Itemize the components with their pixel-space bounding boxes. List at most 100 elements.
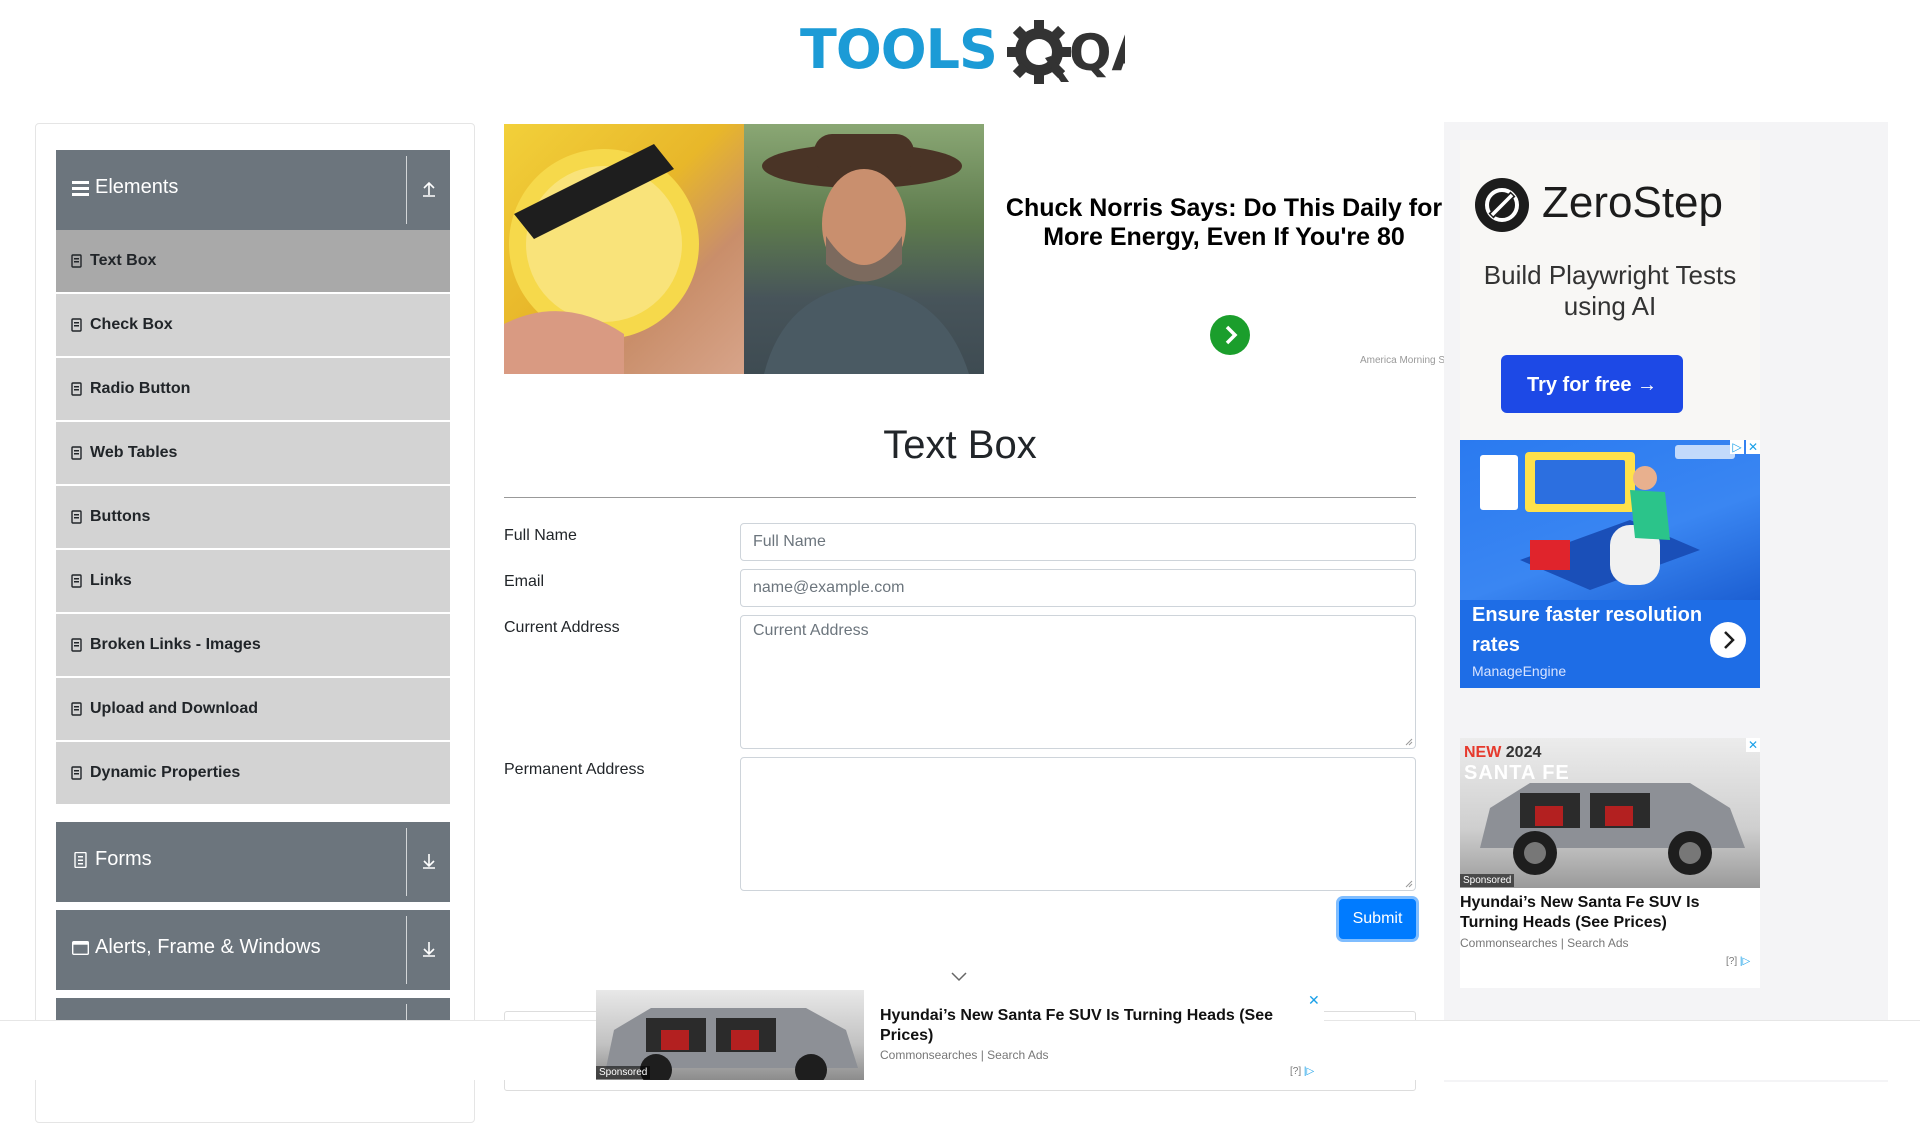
hyundai-model: SANTA FE	[1464, 762, 1570, 784]
chevron-down-icon[interactable]	[950, 970, 968, 984]
hyundai-ad[interactable]: NEW 2024 SANTA FE Sponsored ✕ Hyundai’s …	[1460, 738, 1760, 988]
manageengine-ad[interactable]: ▷ ✕ Ensure faster resolution rates Manag…	[1460, 440, 1760, 688]
resize-grip-icon[interactable]	[1405, 738, 1413, 746]
current-address-textarea[interactable]	[740, 615, 1416, 749]
group-divider	[406, 828, 407, 896]
bottom-ad[interactable]: Sponsored Hyundai’s New Santa Fe SUV Is …	[596, 990, 1324, 1086]
expand-down-icon[interactable]	[418, 938, 440, 960]
ad-choices-icon[interactable]: ▷	[1730, 440, 1744, 454]
zerostep-logo-icon	[1475, 178, 1529, 232]
document-icon	[71, 638, 82, 652]
document-icon	[71, 382, 82, 396]
title-divider	[504, 497, 1416, 498]
logo-text: TOOLS	[800, 18, 998, 81]
sidebar-item-check-box[interactable]: Check Box	[56, 294, 450, 356]
manageengine-arrow-button[interactable]	[1710, 622, 1746, 658]
sidebar-item-label: Links	[90, 572, 132, 589]
site-header: TOOLS QA	[0, 0, 1920, 100]
permanent-address-label: Permanent Address	[504, 761, 645, 778]
email-input[interactable]	[740, 569, 1416, 607]
hyundai-badge: NEW 2024	[1464, 744, 1541, 762]
submit-button[interactable]: Submit	[1339, 899, 1416, 939]
ad-info-link[interactable]: [?] |▷	[1726, 956, 1750, 967]
bottom-ad-car-image: Sponsored	[596, 990, 864, 1086]
group-divider	[406, 156, 407, 224]
toolsqa-logo[interactable]: TOOLS QA	[800, 14, 1125, 94]
sidebar-item-broken-links-images[interactable]: Broken Links - Images	[56, 614, 450, 676]
document-icon	[71, 446, 82, 460]
list-icon	[72, 181, 89, 196]
resize-grip-icon[interactable]	[1405, 880, 1413, 888]
expand-down-icon[interactable]	[418, 850, 440, 872]
group-header-elements[interactable]: Elements	[56, 150, 450, 230]
ad-close-icon[interactable]: ✕	[1746, 440, 1760, 454]
document-icon	[71, 318, 82, 332]
sidebar-item-radio-button[interactable]: Radio Button	[56, 358, 450, 420]
sidebar-item-label: Text Box	[90, 252, 157, 269]
chevron-right-icon	[1225, 325, 1238, 345]
logo-gear-qa-icon: QA	[1007, 20, 1125, 84]
left-sidebar: Elements Text Box Check Box Radio Button…	[35, 123, 475, 1123]
document-icon	[71, 766, 82, 780]
sidebar-item-links[interactable]: Links	[56, 550, 450, 612]
ad-source: America Morning S	[1360, 355, 1444, 366]
permanent-address-textarea[interactable]	[740, 757, 1416, 891]
hyundai-headline[interactable]: Hyundai’s New Santa Fe SUV Is Turning He…	[1460, 893, 1760, 933]
group-header-forms[interactable]: Forms	[56, 822, 450, 902]
ad-info-text: [?]	[1726, 956, 1738, 967]
document-icon	[71, 254, 82, 268]
page-title: Text Box	[883, 423, 1037, 467]
sidebar-item-dynamic-properties[interactable]: Dynamic Properties	[56, 742, 450, 804]
ad-image-man	[744, 124, 984, 374]
sidebar-item-web-tables[interactable]: Web Tables	[56, 422, 450, 484]
full-name-input[interactable]	[740, 523, 1416, 561]
sidebar-item-buttons[interactable]: Buttons	[56, 486, 450, 548]
group-label-alerts-frame-windows: Alerts, Frame & Windows	[95, 936, 321, 958]
sidebar-item-upload-and-download[interactable]: Upload and Download	[56, 678, 450, 740]
ad-info-text: [?]	[1290, 1066, 1302, 1077]
current-address-label: Current Address	[504, 619, 620, 636]
window-icon	[72, 941, 89, 955]
bottom-ad-headline[interactable]: Hyundai’s New Santa Fe SUV Is Turning He…	[880, 1006, 1300, 1046]
ad-go-button[interactable]	[1210, 315, 1250, 355]
try-for-free-button[interactable]: Try for free →	[1501, 355, 1683, 413]
chevron-right-icon	[1724, 631, 1735, 649]
adchoices-icon: |▷	[1303, 1066, 1315, 1077]
ad-info-link[interactable]: [?] |▷	[1290, 1066, 1314, 1077]
sidebar-item-label: Check Box	[90, 316, 173, 333]
group-label-forms: Forms	[95, 848, 152, 870]
sponsored-label: Sponsored	[1460, 874, 1515, 887]
sidebar-item-label: Web Tables	[90, 444, 178, 461]
zerostep-brand: ZeroStep	[1542, 178, 1723, 227]
badge-year: 2024	[1505, 744, 1542, 761]
zerostep-tagline: Build Playwright Tests using AI	[1483, 260, 1737, 321]
manageengine-headline: Ensure faster resolution rates	[1472, 604, 1703, 656]
man-portrait-icon	[762, 134, 969, 374]
bottom-ad-source: Commonsearches | Search Ads	[880, 1048, 1049, 1062]
sidebar-item-label: Broken Links - Images	[90, 636, 261, 653]
logo-suffix: QA	[1069, 24, 1125, 82]
full-name-label: Full Name	[504, 527, 577, 544]
badge-new: NEW	[1464, 744, 1502, 761]
document-icon	[74, 852, 87, 868]
group-header-alerts-frame-windows[interactable]: Alerts, Frame & Windows	[56, 910, 450, 990]
sidebar-item-label: Radio Button	[90, 380, 191, 397]
document-icon	[71, 574, 82, 588]
document-icon	[71, 510, 82, 524]
email-label: Email	[504, 573, 545, 590]
ad-headline: Chuck Norris Says: Do This Daily for Mor…	[1005, 194, 1443, 251]
collapse-up-icon[interactable]	[418, 178, 440, 200]
manageengine-brand: ManageEngine	[1472, 663, 1567, 679]
top-ad-banner[interactable]: Chuck Norris Says: Do This Daily for Mor…	[504, 124, 1444, 374]
ad-image-lemon	[504, 124, 744, 374]
ad-close-icon[interactable]: ✕	[1746, 738, 1760, 752]
sidebar-item-label: Dynamic Properties	[90, 764, 241, 781]
document-icon	[71, 702, 82, 716]
bottom-ad-close-icon[interactable]: ✕	[1308, 992, 1320, 1009]
zerostep-ad[interactable]: ZeroStep Build Playwright Tests using AI…	[1460, 140, 1760, 440]
adchoices-icon: |▷	[1739, 956, 1751, 967]
hyundai-source: Commonsearches | Search Ads	[1460, 936, 1629, 950]
group-divider	[406, 916, 407, 984]
sidebar-item-text-box[interactable]: Text Box	[56, 230, 450, 292]
sidebar-item-label: Upload and Download	[90, 700, 258, 717]
